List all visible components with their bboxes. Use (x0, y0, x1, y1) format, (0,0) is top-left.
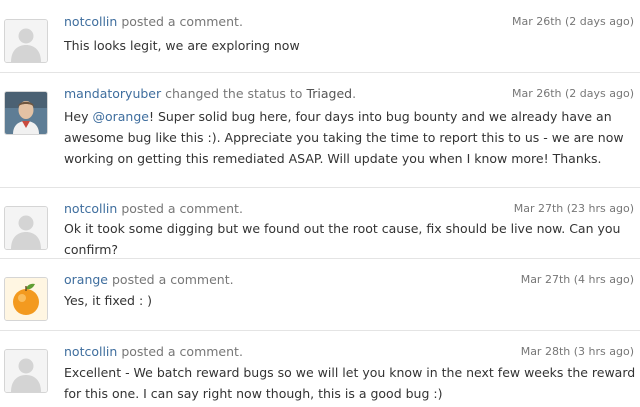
username-link[interactable]: notcollin (64, 344, 117, 359)
entry-header: mandatoryuber changed the status to Tria… (64, 86, 634, 101)
avatar[interactable] (4, 277, 48, 321)
activity-feed: notcollin posted a comment. Mar 26th (2 … (0, 0, 640, 407)
username-link[interactable]: orange (64, 272, 108, 287)
action-text: posted a comment. (121, 344, 243, 359)
timestamp: Mar 26th (2 days ago) (511, 15, 634, 28)
action-text: posted a comment. (121, 14, 243, 29)
timestamp: Mar 28th (3 hrs ago) (520, 345, 634, 358)
comment-text: This looks legit, we are exploring now (64, 38, 300, 53)
timestamp: Mar 27th (4 hrs ago) (520, 273, 634, 286)
avatar[interactable] (4, 206, 48, 250)
mandatoryuber-photo (5, 92, 47, 134)
entry-header: notcollin posted a comment. Mar 28th (3 … (64, 343, 634, 361)
action-text: posted a comment. (111, 272, 234, 287)
default-avatar-icon (5, 350, 47, 392)
action-text: posted a comment. (121, 201, 243, 216)
username-link[interactable]: mandatoryuber (64, 86, 161, 101)
username-link[interactable]: notcollin (64, 201, 117, 216)
entry-header: orange posted a comment. Mar 27th (4 hrs… (64, 271, 634, 289)
comment-text: Excellent - We batch reward bugs so we w… (64, 365, 636, 401)
timestamp: Mar 26th (2 days ago) (511, 87, 634, 100)
comment-text: Hey @orange! Super solid bug here, four … (64, 106, 636, 169)
orange-fruit-icon (5, 278, 47, 320)
default-avatar-icon (5, 207, 47, 249)
avatar[interactable] (4, 91, 48, 135)
mention-link[interactable]: @orange (92, 109, 149, 124)
avatar[interactable] (4, 349, 48, 393)
timestamp: Mar 27th (23 hrs ago) (513, 202, 634, 215)
status-value: Triaged (306, 86, 353, 101)
entry-header: notcollin posted a comment. Mar 27th (23… (64, 200, 634, 218)
comment-text-start: Hey (64, 109, 93, 124)
default-avatar-icon (5, 20, 47, 62)
entry-header: notcollin posted a comment. Mar 26th (2 … (64, 13, 634, 31)
avatar[interactable] (4, 19, 48, 63)
action-text: changed the status to (165, 86, 303, 101)
comment-text: Ok it took some digging but we found out… (64, 221, 621, 257)
username-link[interactable]: notcollin (64, 14, 117, 29)
comment-text: Yes, it fixed : ) (64, 293, 153, 308)
